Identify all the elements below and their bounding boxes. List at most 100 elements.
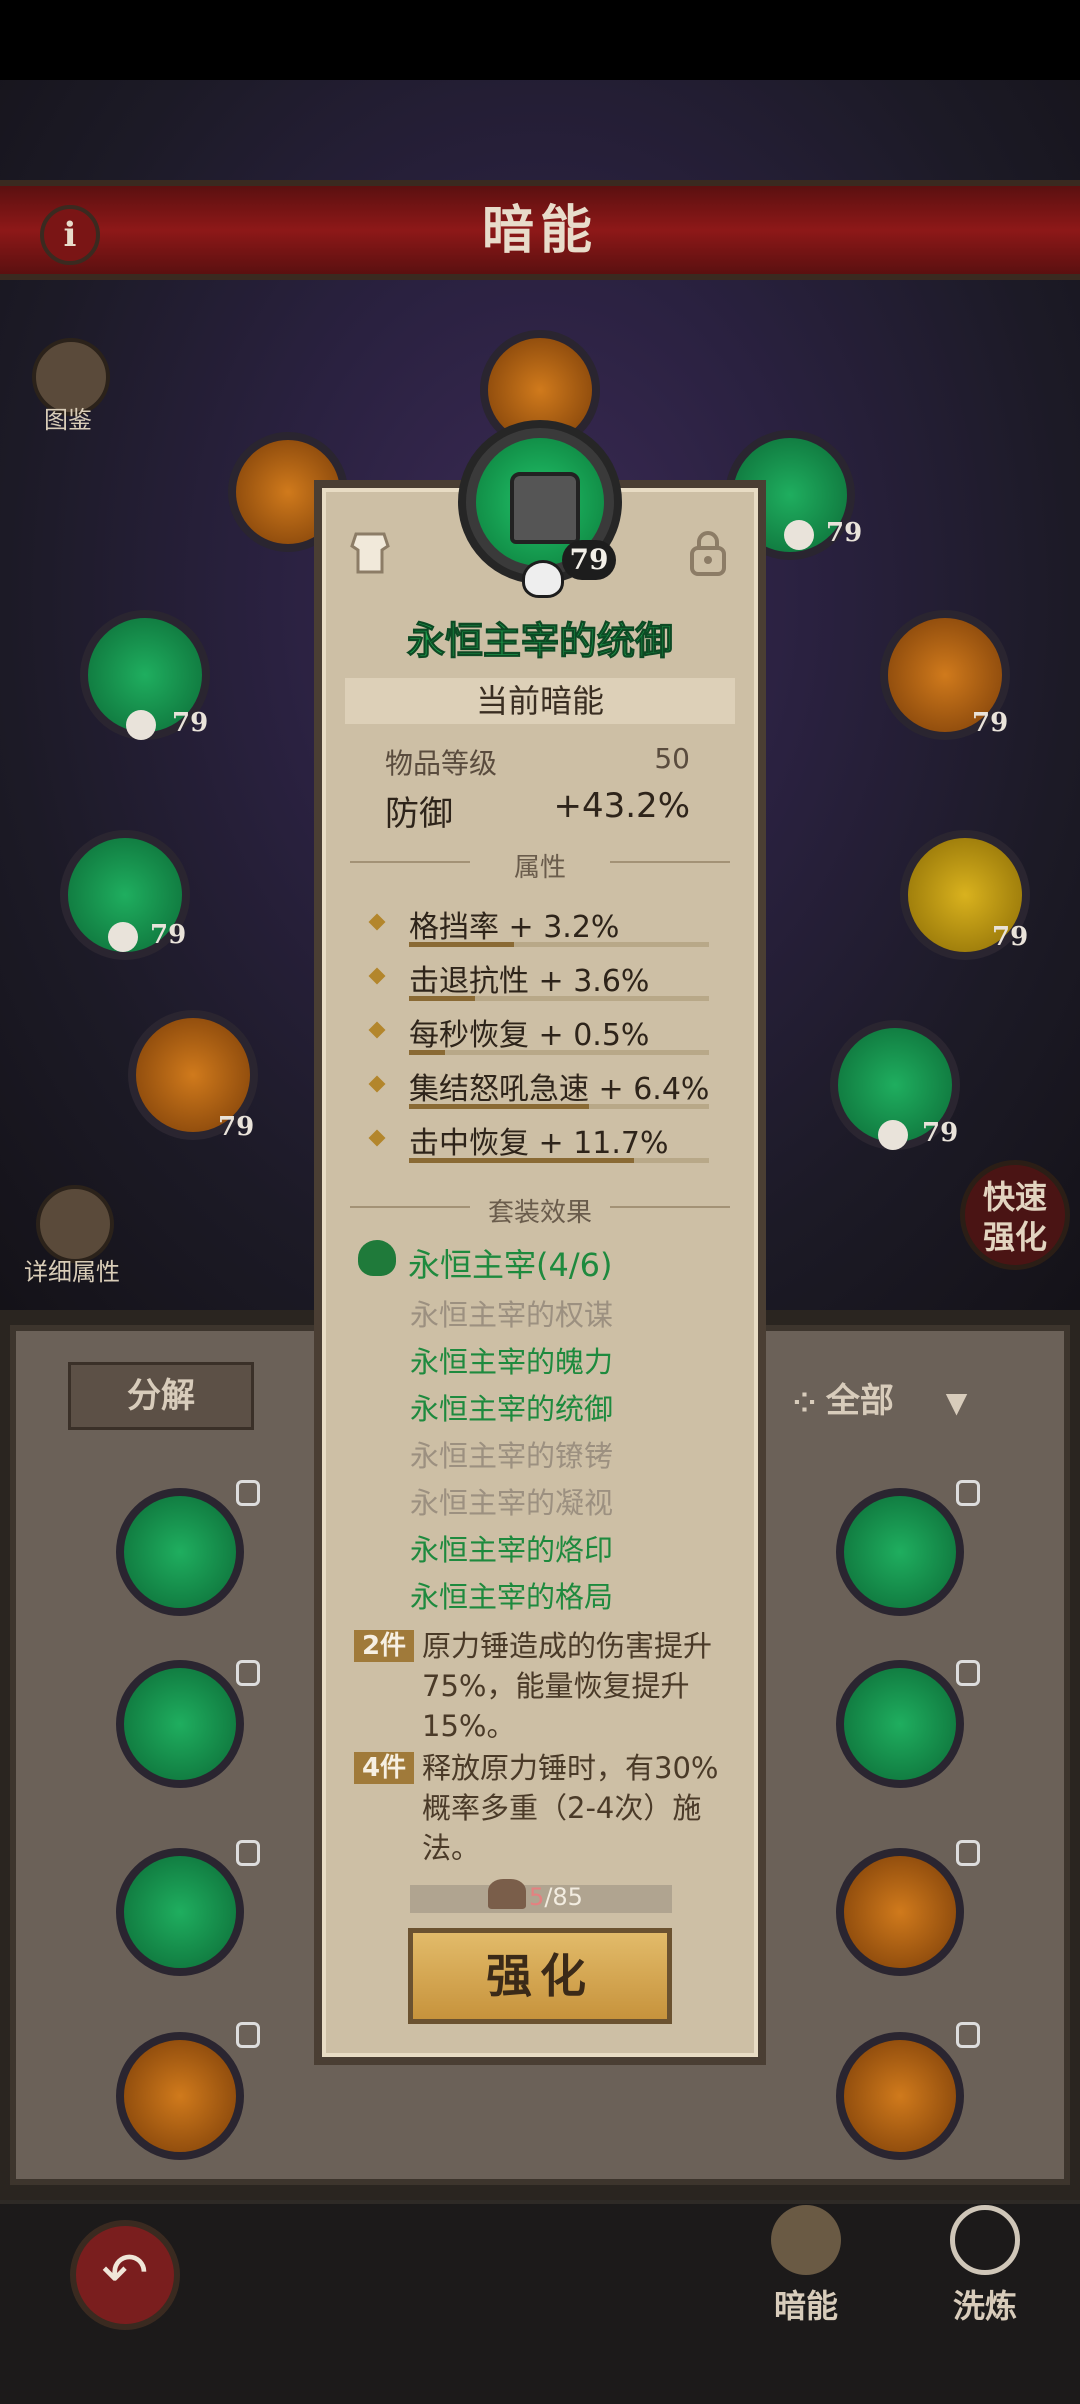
equip-level: 79	[218, 1112, 255, 1142]
lock-icon	[956, 2022, 980, 2048]
attributes-divider: 属性	[350, 847, 730, 883]
set-header: 套装效果	[487, 1198, 592, 1228]
set-bonus-4-text: 释放原力锤时，有30%概率多重（2-4次）施法。	[422, 1751, 719, 1865]
equip-level: 79	[922, 1118, 959, 1148]
set-piece: 永恒主宰的统御	[410, 1392, 614, 1426]
current-section-header: 当前暗能	[345, 678, 735, 724]
armor-type-icon	[350, 530, 390, 576]
item-name: 永恒主宰的统御	[406, 619, 673, 664]
chest-armor-icon	[510, 472, 580, 544]
lock-icon	[236, 1480, 260, 1506]
set-divider: 套装效果	[350, 1192, 730, 1228]
skull-icon	[522, 560, 564, 598]
inventory-slot[interactable]	[116, 2032, 244, 2160]
info-button[interactable]: i	[40, 205, 100, 265]
skull-icon	[784, 520, 814, 550]
inventory-slot[interactable]	[836, 1848, 964, 1976]
quick-upgrade-line2: 强化	[982, 1218, 1047, 1256]
quick-upgrade-line1: 快速	[982, 1178, 1047, 1216]
attribute-text: 集结怒吼急速 + 6.4%	[409, 1072, 710, 1107]
tab-refine-label: 洗炼	[952, 2287, 1017, 2325]
set-bonus-4-tag: 4件	[354, 1752, 414, 1784]
set-piece: 永恒主宰的魄力	[410, 1345, 614, 1379]
cost-total: /85	[544, 1883, 583, 1911]
equip-level: 79	[172, 708, 209, 738]
quick-upgrade-button[interactable]: 快速 强化	[960, 1160, 1070, 1270]
diamond-bullet-icon	[368, 1021, 386, 1039]
inventory-slot[interactable]	[116, 1488, 244, 1616]
set-bonus-2-text: 原力锤造成的伤害提升75%，能量恢复提升15%。	[422, 1629, 713, 1743]
item-level-label: 物品等级	[385, 747, 498, 780]
salvage-label: 分解	[127, 1376, 195, 1416]
chevron-down-icon: ▼	[945, 1386, 968, 1419]
main-stat-value: +43.2%	[553, 786, 691, 826]
attribute-bar-fill	[409, 1050, 445, 1055]
tab-refine[interactable]: 洗炼	[925, 2205, 1045, 2327]
attribute-bar	[409, 942, 709, 947]
attribute-text: 每秒恢复 + 0.5%	[409, 1018, 650, 1053]
set-skull-icon	[358, 1240, 396, 1276]
set-piece: 永恒主宰的烙印	[410, 1533, 614, 1567]
filter-dropdown[interactable]: ⁘ 全部 ▼	[760, 1370, 1000, 1432]
cost-current: 5	[529, 1883, 545, 1911]
attribute-bar-fill	[409, 996, 475, 1001]
skull-icon	[108, 922, 138, 952]
back-button[interactable]: ↶	[70, 2220, 180, 2330]
lock-icon	[956, 1480, 980, 1506]
lock-icon	[236, 1840, 260, 1866]
details-label: 详细属性	[24, 1258, 120, 1286]
equip-level: 79	[972, 708, 1009, 738]
item-level-badge: 79	[562, 540, 616, 580]
tab-dark-energy-label: 暗能	[773, 2287, 838, 2325]
filter-grid-icon: ⁘	[792, 1386, 826, 1419]
sword-icon	[771, 2205, 841, 2275]
equip-level: 79	[992, 922, 1029, 952]
cost-text: 5/85	[410, 1883, 672, 1911]
status-bar	[0, 0, 1080, 80]
attribute-bar	[409, 1104, 709, 1109]
lock-icon[interactable]	[688, 530, 728, 576]
page-title: 暗能	[481, 201, 598, 261]
inventory-slot[interactable]	[836, 1488, 964, 1616]
salvage-button[interactable]: 分解	[68, 1362, 254, 1430]
main-stat-label: 防御	[385, 794, 453, 834]
attribute-row: 格挡率 + 3.2%	[365, 902, 735, 954]
set-bonus-2-tag: 2件	[354, 1630, 414, 1662]
attribute-row: 击退抗性 + 3.6%	[365, 956, 735, 1008]
refine-icon	[950, 2205, 1020, 2275]
attribute-bar-fill	[409, 1158, 634, 1163]
attribute-row: 集结怒吼急速 + 6.4%	[365, 1064, 735, 1116]
attributes-header: 属性	[513, 853, 566, 883]
skull-icon	[126, 710, 156, 740]
equip-level: 79	[150, 920, 187, 950]
tab-dark-energy[interactable]: 暗能	[746, 2205, 866, 2327]
set-piece: 永恒主宰的权谋	[410, 1298, 614, 1332]
equip-level: 79	[826, 518, 863, 548]
set-title: 永恒主宰(4/6)	[408, 1246, 613, 1284]
attribute-bar-fill	[409, 942, 514, 947]
inventory-slot[interactable]	[836, 2032, 964, 2160]
attribute-text: 格挡率 + 3.2%	[409, 910, 620, 945]
lock-icon	[956, 1660, 980, 1686]
attribute-text: 击中恢复 + 11.7%	[409, 1126, 669, 1161]
attribute-bar-fill	[409, 1104, 589, 1109]
upgrade-button[interactable]: 强化	[408, 1928, 672, 2024]
set-piece: 永恒主宰的格局	[410, 1580, 614, 1614]
diamond-bullet-icon	[368, 913, 386, 931]
inventory-slot[interactable]	[116, 1848, 244, 1976]
lock-icon	[956, 1840, 980, 1866]
set-piece: 永恒主宰的镣铐	[410, 1439, 614, 1473]
attribute-bar	[409, 1158, 709, 1163]
attribute-text: 击退抗性 + 3.6%	[409, 964, 650, 999]
diamond-bullet-icon	[368, 1129, 386, 1147]
diamond-bullet-icon	[368, 967, 386, 985]
codex-label: 图鉴	[44, 406, 92, 434]
inventory-slot[interactable]	[836, 1660, 964, 1788]
attribute-row: 每秒恢复 + 0.5%	[365, 1010, 735, 1062]
lock-icon	[236, 2022, 260, 2048]
attribute-bar	[409, 996, 709, 1001]
attribute-row: 击中恢复 + 11.7%	[365, 1118, 735, 1170]
item-level-value: 50	[654, 742, 690, 775]
filter-label: 全部	[825, 1381, 894, 1421]
inventory-slot[interactable]	[116, 1660, 244, 1788]
